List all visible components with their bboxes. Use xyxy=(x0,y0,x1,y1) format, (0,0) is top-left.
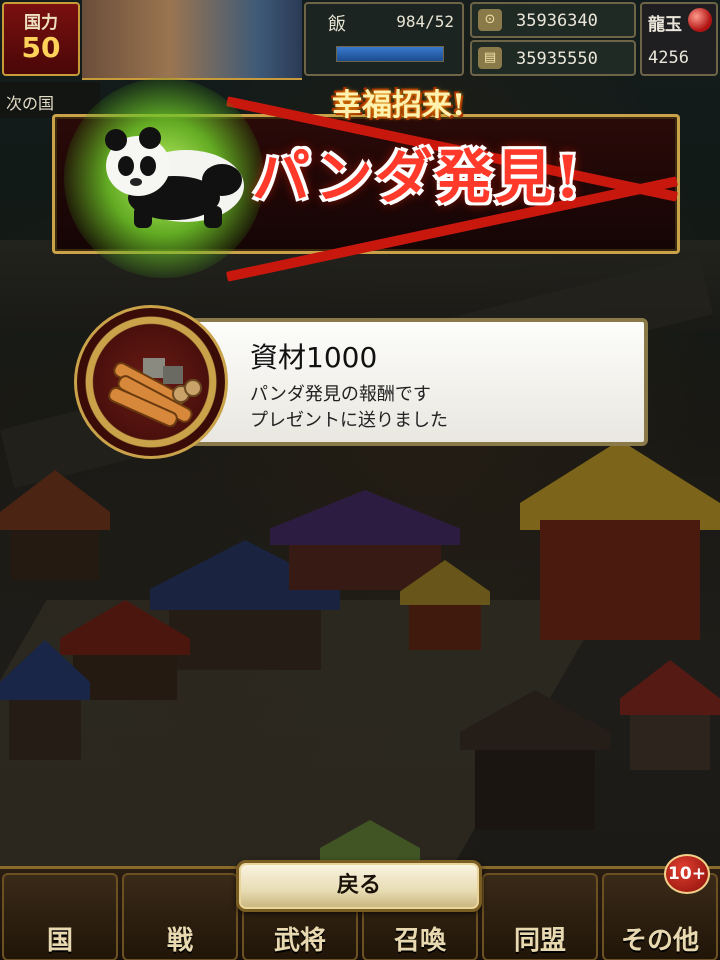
nav-item-label: その他 xyxy=(620,926,699,956)
reward-line-1: パンダ発見の報酬です xyxy=(250,384,431,405)
dragon-orb-icon xyxy=(688,8,712,32)
coin-box-1[interactable]: ⊙ 35936340 xyxy=(470,2,636,38)
food-bar xyxy=(336,46,444,62)
nav-item-alliance[interactable]: 同盟 xyxy=(482,873,598,960)
nav-item-label: 戦 xyxy=(166,926,193,956)
national-power-value: 50 xyxy=(21,31,61,64)
general-portraits[interactable] xyxy=(82,0,302,80)
nav-item-label: 武将 xyxy=(273,926,326,956)
food-value: 984/52 xyxy=(396,12,454,31)
coin-box-2[interactable]: ▤ 35935550 xyxy=(470,40,636,76)
reward-medal xyxy=(74,305,228,459)
food-label: 飯 xyxy=(328,14,346,35)
lumber-resource-icon xyxy=(108,358,202,428)
nav-item-battle[interactable]: 戦 xyxy=(122,873,238,960)
reward-line-2: プレゼントに送りました xyxy=(250,410,448,431)
nav-item-country[interactable]: 国 xyxy=(2,873,118,960)
national-power-box[interactable]: 国力 50 xyxy=(2,2,80,76)
banner-title: パンダ発見! xyxy=(252,143,583,211)
panda-icon xyxy=(105,127,244,228)
panda-found-banner: 幸福招来! パンダ発見! xyxy=(52,74,680,282)
ryugyoku-label: 龍玉 xyxy=(648,15,682,35)
nav-item-label: 国 xyxy=(46,926,73,956)
coin-icon: ⊙ xyxy=(478,9,502,31)
lumber-icon: ▤ xyxy=(478,47,502,69)
top-hud: 国力 50 飯 984/52 ⊙ 35936340 ▤ 35935550 龍玉 … xyxy=(0,0,720,118)
back-button[interactable]: 戻る xyxy=(236,860,482,912)
ryugyoku-box[interactable]: 龍玉 4256 xyxy=(640,2,718,76)
coin-value-2: 35935550 xyxy=(516,49,598,69)
nav-item-label: 召喚 xyxy=(393,926,446,956)
food-bar-fill xyxy=(337,47,443,61)
nav-item-label: 同盟 xyxy=(513,926,566,956)
banner-subtitle: 幸福招来! xyxy=(332,88,466,123)
notification-badge: 10+ xyxy=(664,854,710,894)
food-box[interactable]: 飯 984/52 xyxy=(304,2,464,76)
coin-value-1: 35936340 xyxy=(516,11,598,31)
reward-title: 資材1000 xyxy=(250,341,378,374)
game-screen: 国力 50 飯 984/52 ⊙ 35936340 ▤ 35935550 龍玉 … xyxy=(0,0,720,960)
national-power-label: 国力 xyxy=(24,13,58,33)
ryugyoku-value: 4256 xyxy=(648,48,689,68)
